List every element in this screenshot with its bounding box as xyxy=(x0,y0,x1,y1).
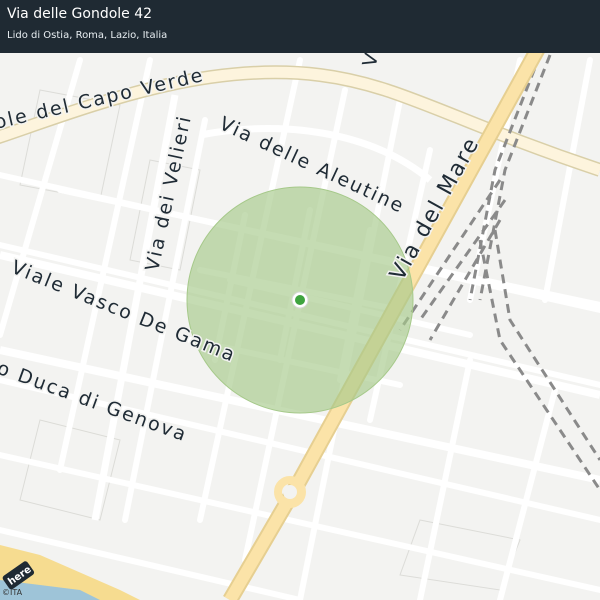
map-canvas[interactable]: ole del Capo Verde Via delle Aleutine Vi… xyxy=(0,0,600,600)
address-subtitle: Lido di Ostia, Roma, Lazio, Italia xyxy=(7,30,168,41)
copyright: ©ITA xyxy=(2,588,23,597)
address-title: Via delle Gondole 42 xyxy=(7,6,153,22)
header-bar: Via delle Gondole 42 Lido di Ostia, Roma… xyxy=(0,0,600,53)
